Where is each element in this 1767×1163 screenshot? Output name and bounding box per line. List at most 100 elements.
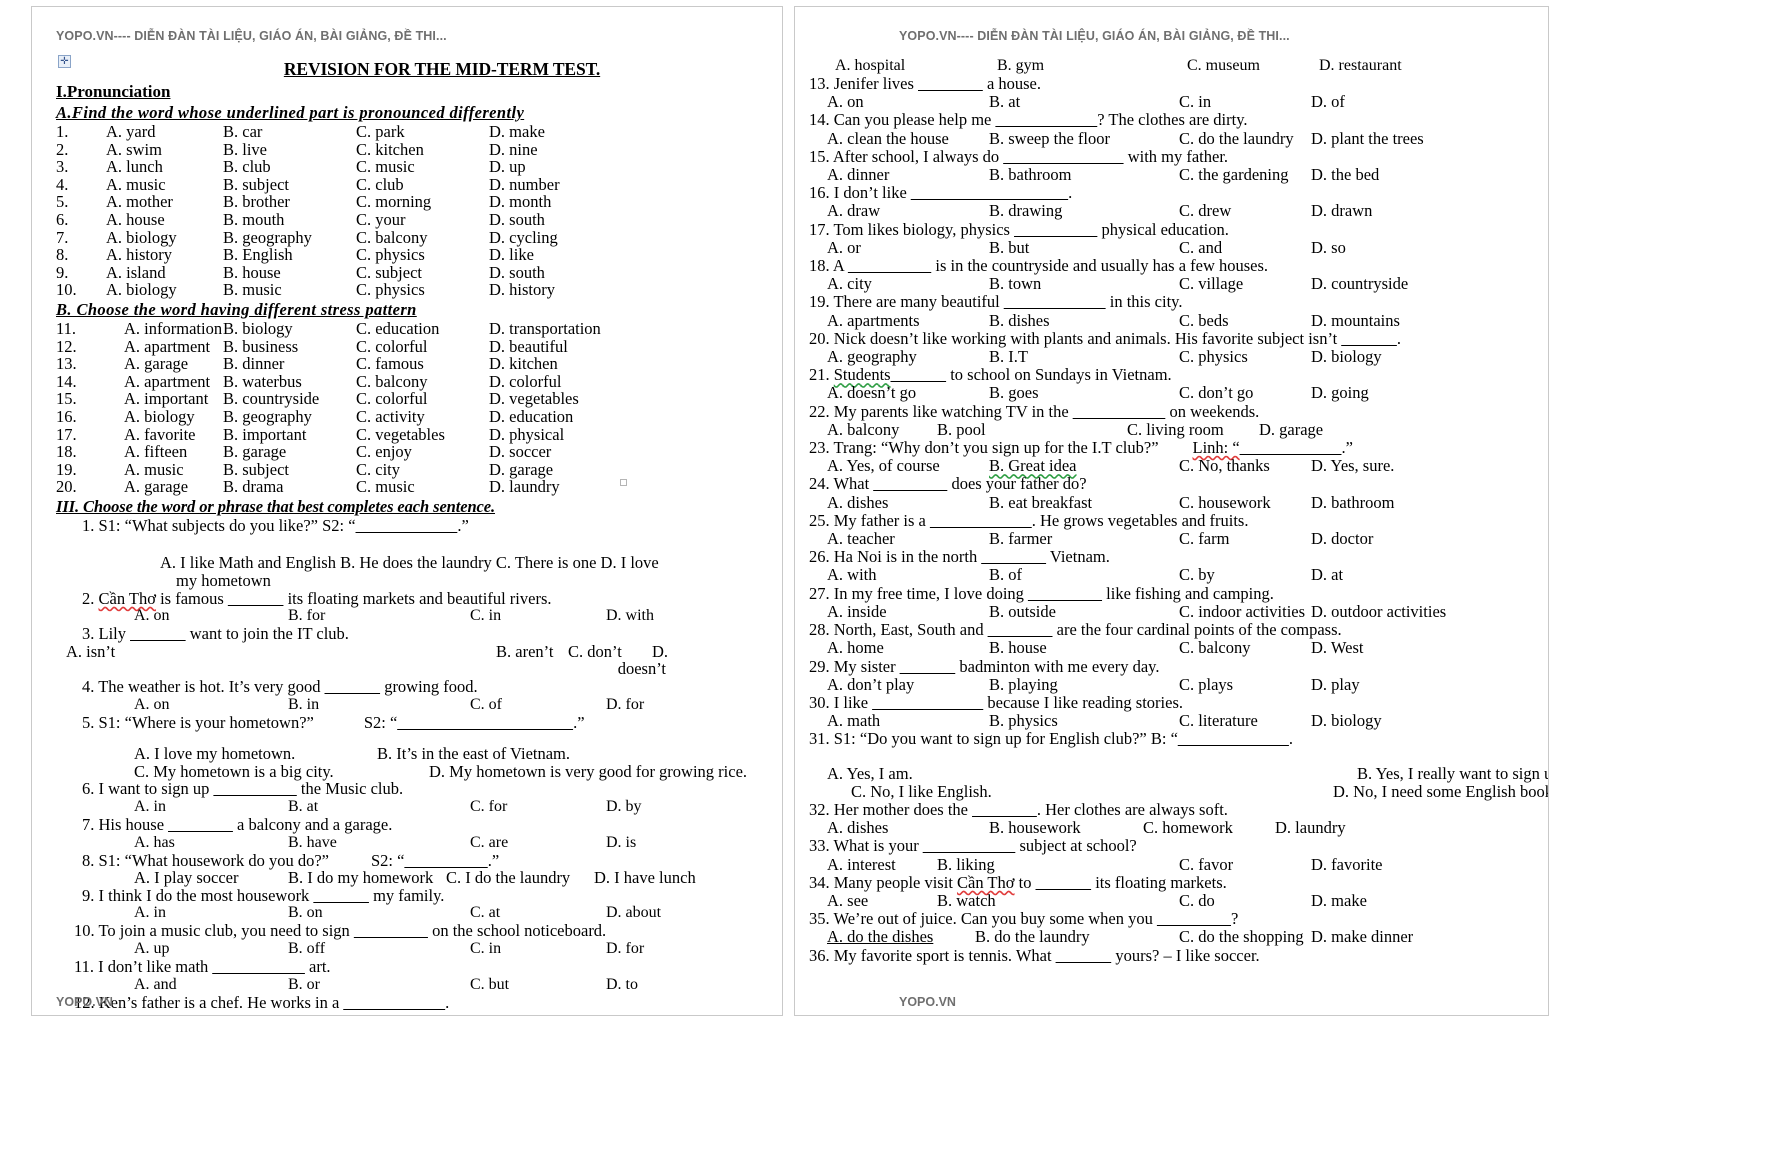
- option-b: B. dinner: [223, 354, 285, 374]
- option-d: D. up: [489, 157, 526, 177]
- page-title: REVISION FOR THE MID-TERM TEST.: [283, 59, 601, 79]
- option-d: D. restaurant: [1319, 57, 1402, 74]
- option-d: D. cycling: [489, 227, 558, 247]
- option-a: A. on: [134, 607, 170, 625]
- option-c: C. village: [1179, 274, 1244, 294]
- option-b: B. important: [223, 424, 307, 444]
- question-tail: on weekends.: [1165, 401, 1260, 421]
- option-d: D. Yes, sure.: [1311, 456, 1395, 476]
- answer-blank: _______: [918, 74, 983, 93]
- question-text: What: [833, 474, 874, 494]
- option-d: D. south: [489, 209, 545, 229]
- item-number: 34.: [809, 872, 830, 892]
- question-5-options-line1: A. I love my hometown. B. It’s in the eas…: [134, 745, 768, 763]
- table-row: 7. A. biology B. geography C. balcony D. cyc…: [56, 227, 768, 247]
- speaker-name: Linh: “: [1192, 438, 1240, 458]
- item-number: 23.: [809, 438, 834, 458]
- option-c: C. enjoy: [356, 442, 412, 462]
- question-tail: .: [445, 992, 450, 1012]
- option-d: D. biology: [1311, 711, 1382, 731]
- option-b: B. have: [288, 833, 337, 851]
- item-number: 36.: [809, 945, 830, 965]
- question-31-options-line1: A. Yes, I am. B. Yes, I really want to s…: [827, 764, 1548, 783]
- option-b: B. house: [223, 262, 281, 282]
- answer-blank: ___________: [343, 992, 446, 1012]
- option-c: C. but: [470, 975, 510, 993]
- option-a: A. dinner: [827, 165, 890, 185]
- question-19: 19. There are many beautiful ___________…: [809, 293, 1542, 311]
- option-b: B. business: [223, 336, 299, 356]
- option-b: B. playing: [989, 674, 1058, 694]
- option-c: C. your: [356, 209, 406, 229]
- option-b: B. waterbus: [223, 371, 302, 391]
- option-d: D. the bed: [1311, 165, 1380, 185]
- option-b: B. house: [989, 638, 1047, 658]
- option-c: C. literature: [1179, 711, 1258, 731]
- question-text: S1: “Do you want to sign up for English …: [833, 729, 1178, 749]
- option-a: A. apartment: [124, 336, 211, 356]
- table-row: 4. A. music B. subject C. club D. number: [56, 176, 768, 194]
- item-number: 5.: [82, 712, 95, 732]
- option-d: D. garage: [1259, 419, 1324, 439]
- option-c: C. living room: [1127, 419, 1224, 439]
- question-text: S1: “Where is your hometown?”: [98, 712, 314, 732]
- question-text: S1: “What subjects do you like?” S2: “: [98, 515, 356, 535]
- item-number: 35.: [809, 909, 830, 929]
- option-d: D. mountains: [1311, 310, 1400, 330]
- option-b: B. at: [288, 798, 319, 815]
- question-text: After school, I always do: [832, 146, 1004, 166]
- option-d: D. bathroom: [1311, 492, 1395, 512]
- anchor-object-icon[interactable]: ✛: [58, 55, 71, 68]
- option-d: D. biology: [1311, 347, 1382, 367]
- answer-blank: _________: [404, 850, 488, 870]
- option-b: B. countryside: [223, 389, 320, 409]
- option-d: D. doctor: [1311, 529, 1374, 549]
- option-b: B. subject: [223, 459, 289, 479]
- option-b: B. It’s in the east of Vietnam.: [377, 744, 571, 764]
- question-tail: badminton with me every day.: [955, 656, 1160, 676]
- item-number: 11.: [74, 956, 95, 976]
- answer-blank: ______: [890, 365, 947, 385]
- question-tail: a balcony and a garage.: [232, 815, 393, 834]
- option-c: C. No, I like English.: [851, 781, 992, 801]
- item-number: 19.: [56, 459, 77, 479]
- item-number: 12.: [56, 336, 77, 356]
- option-c: C. kitchen: [356, 139, 424, 159]
- question-2-options: A. on B. for C. in D. with: [134, 607, 768, 625]
- option-c: C. physics: [1179, 347, 1248, 367]
- question-21-options: A. doesn’t go B. goes C. don’t go D. going: [827, 384, 1542, 402]
- option-b: B. drama: [223, 477, 284, 497]
- table-row: 14. A. apartment B. waterbus C. balcony D. c…: [56, 373, 768, 391]
- item-number: 6.: [56, 209, 69, 229]
- question-tail: want to join the IT club.: [185, 624, 349, 644]
- answer-blank: ______: [1341, 328, 1397, 348]
- option-a: A. in: [134, 904, 166, 922]
- question-34: 34. Many people visit Cần Thơ to ______ …: [809, 872, 1542, 892]
- option-a: A. dishes: [827, 818, 889, 838]
- question-15-options: A. dinner B. bathroom C. the gardening D. t…: [827, 165, 1542, 185]
- option-b: B. watch: [937, 890, 996, 910]
- option-c: C. morning: [356, 192, 432, 212]
- option-d: D. number: [489, 174, 560, 194]
- option-c: C. education: [356, 318, 440, 338]
- option-b: B. bathroom: [989, 165, 1072, 185]
- question-text: Ha Noi is in the north: [833, 547, 982, 567]
- option-c: C. club: [356, 174, 404, 194]
- question-text: I think I do the most housework: [98, 885, 314, 905]
- option-b: B. do the laundry: [975, 927, 1090, 947]
- option-c: C. colorful: [356, 389, 428, 409]
- question-7: 7. His house _______ a balcony and a gar…: [82, 815, 768, 834]
- option-a: A. inside: [827, 601, 887, 621]
- table-row: 3. A. lunch B. club C. music D. up: [56, 158, 768, 176]
- question-text: In my free time, I love doing: [833, 583, 1029, 603]
- question-tail: subject at school?: [1015, 836, 1137, 856]
- option-b: B. music: [223, 280, 282, 300]
- question-tail: the Music club.: [296, 779, 404, 799]
- option-c: C. subject: [356, 262, 422, 282]
- option-a: A. up: [134, 939, 170, 957]
- question-tail: on the school noticeboard.: [427, 921, 607, 941]
- document-viewer: YOPO.VN---- DIỄN ĐÀN TÀI LIỆU, GIÁO ÁN, …: [0, 0, 1767, 1163]
- option-c: C. city: [356, 459, 400, 479]
- item-number: 5.: [56, 192, 69, 212]
- option-c: C. physics: [356, 280, 425, 300]
